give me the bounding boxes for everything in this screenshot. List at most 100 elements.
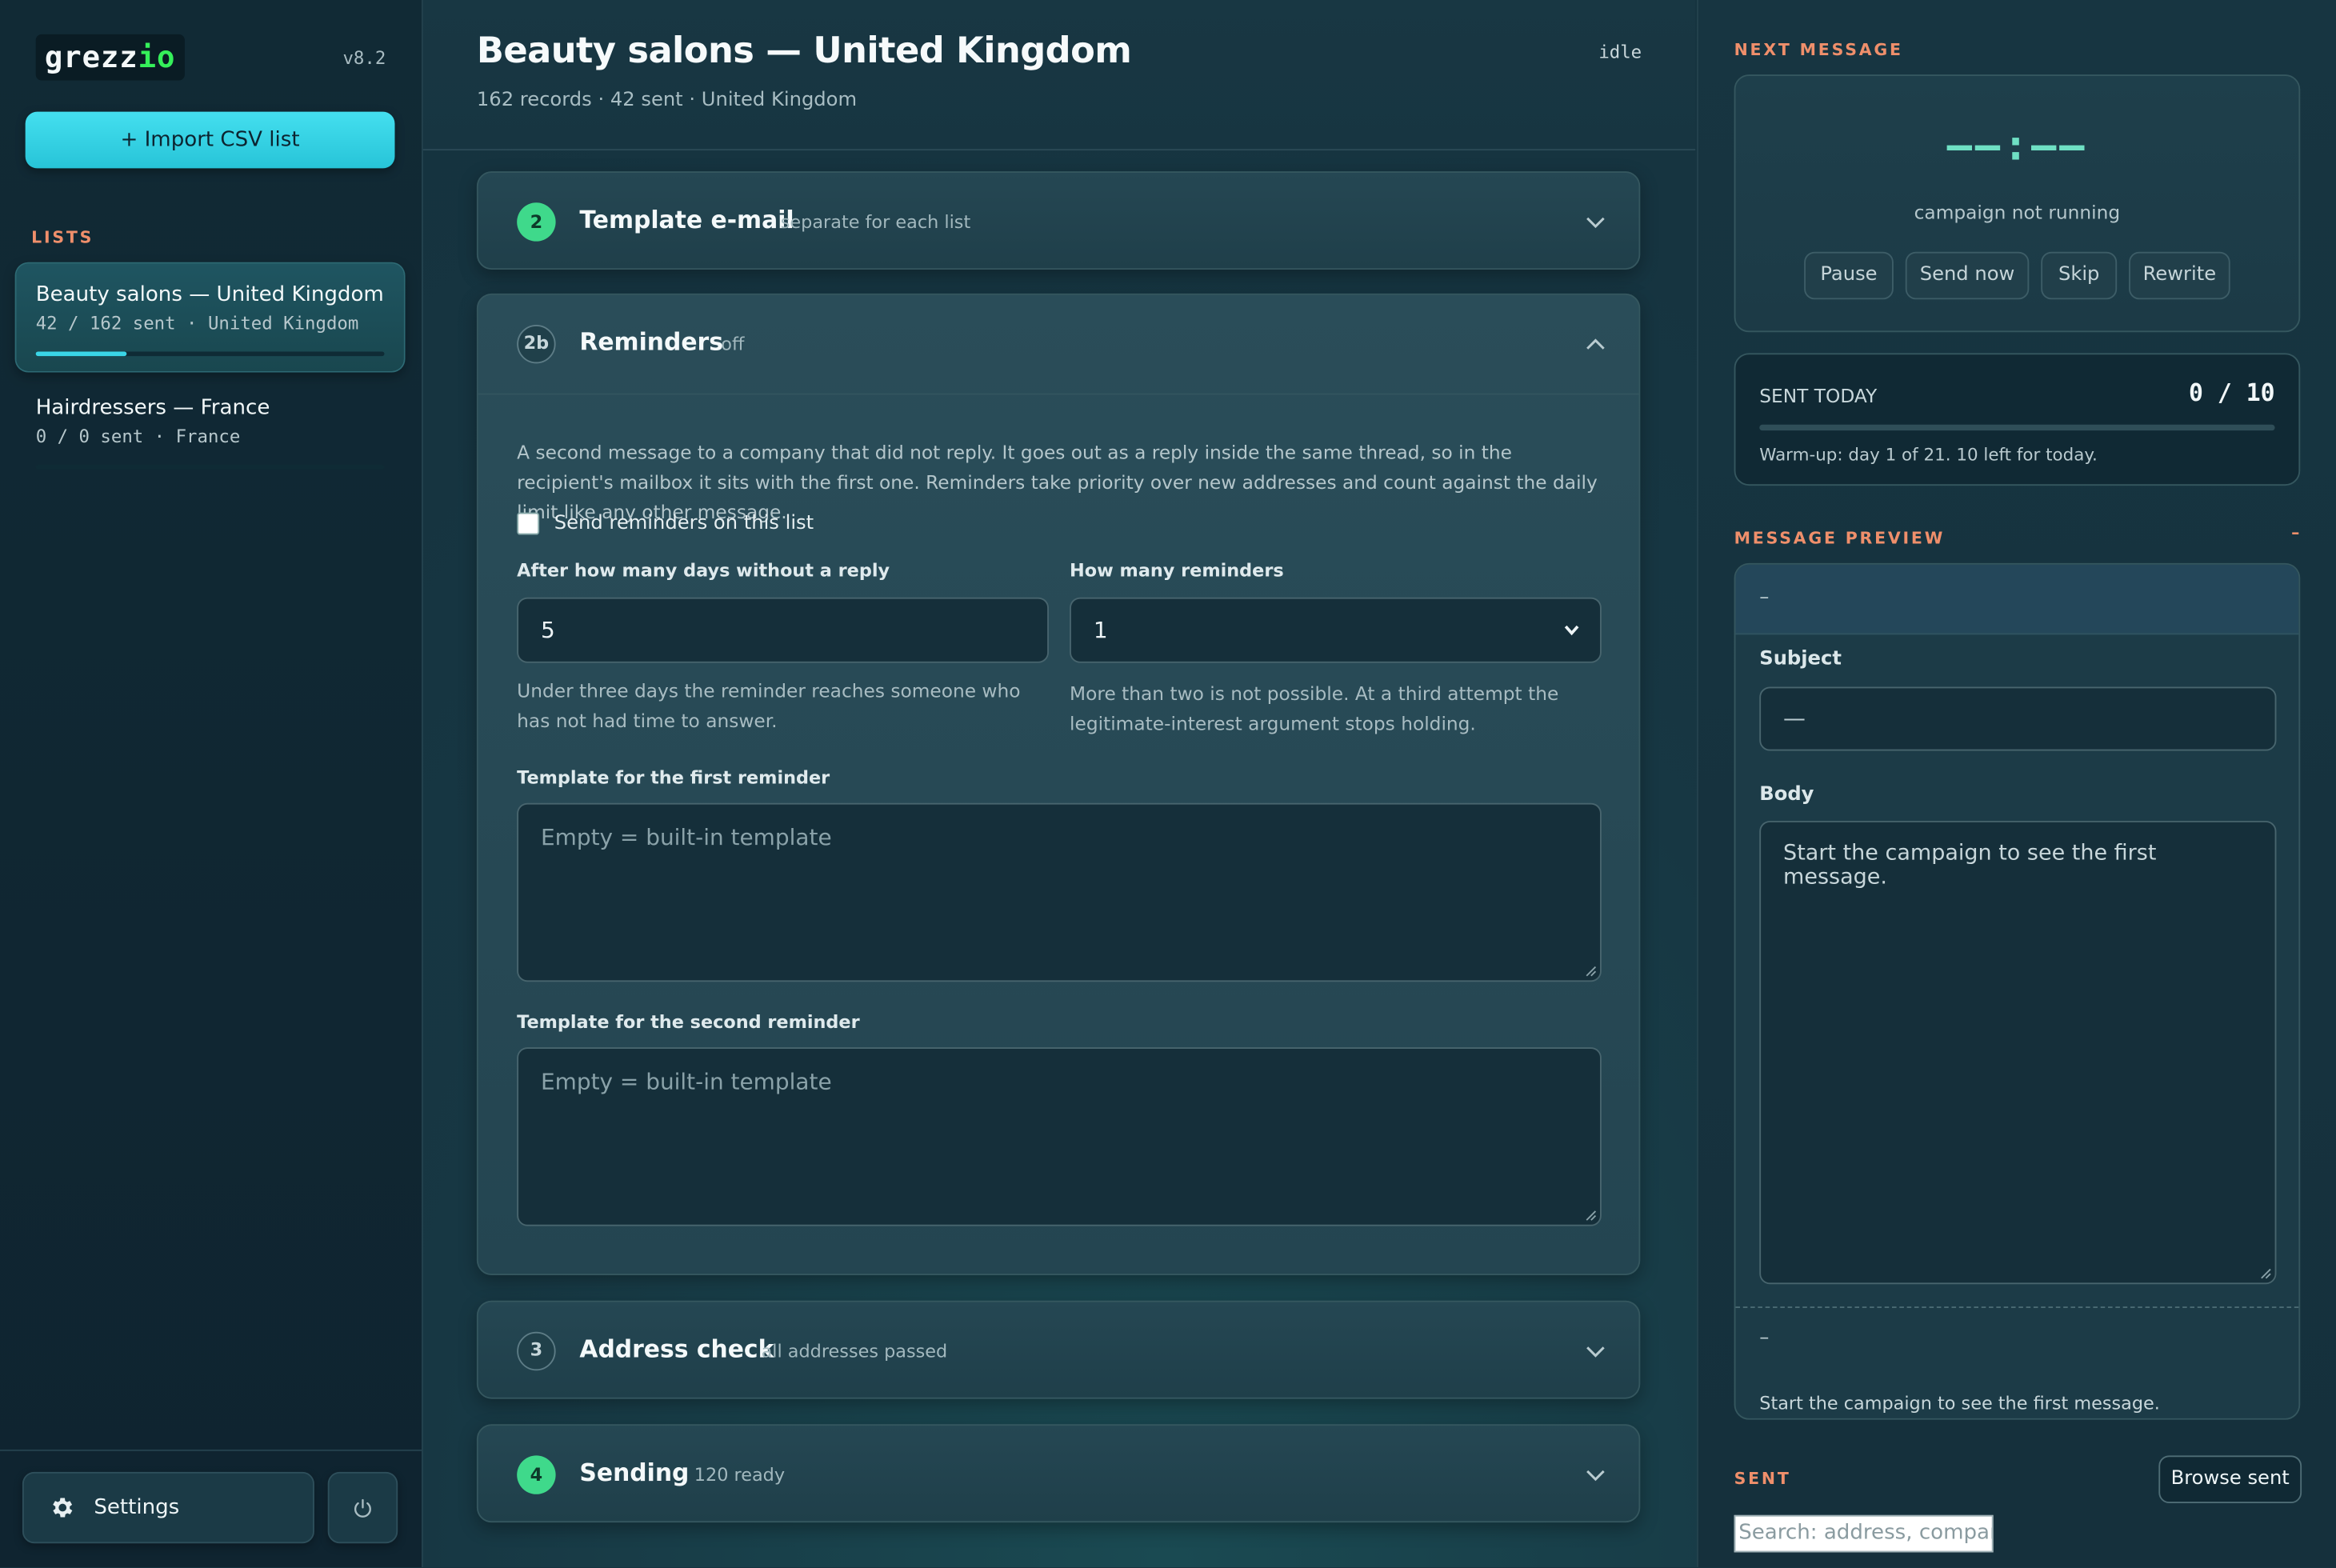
sent-today-box: SENT TODAY 0 / 10 Warm-up: day 1 of 21. … [1734, 353, 2301, 486]
step-badge: 2 [517, 202, 556, 242]
days-hint: Under three days the reminder reaches so… [517, 679, 1021, 732]
import-csv-button[interactable]: + Import CSV list [25, 111, 395, 169]
days-input[interactable]: 5 [517, 597, 1049, 663]
resize-grip-icon[interactable] [1585, 966, 1597, 978]
gear-icon [53, 1498, 73, 1518]
send-reminders-checkbox[interactable] [517, 512, 540, 535]
sent-heading: SENT [1734, 1469, 1791, 1489]
pause-button[interactable]: Pause [1804, 251, 1894, 300]
lists-heading: LISTS [31, 227, 94, 248]
first-reminder-placeholder: Empty = built-in template [540, 823, 832, 851]
logo-text: grezz [44, 38, 138, 75]
skip-button[interactable]: Skip [2041, 251, 2118, 300]
list-meta: 0 / 0 sent · France [35, 426, 241, 447]
preview-footer-text: Start the campaign to see the first mess… [1759, 1393, 2160, 1414]
list-item-beauty-salons[interactable]: Beauty salons — United Kingdom 42 / 162 … [16, 263, 404, 371]
template-email-card[interactable]: 2 Template e-mail separate for each list [476, 171, 1641, 270]
status-badge: idle [1598, 42, 1642, 63]
list-name: Hairdressers — France [35, 396, 270, 421]
chevron-down-icon[interactable] [1585, 1465, 1606, 1486]
next-message-heading: NEXT MESSAGE [1734, 40, 1903, 60]
power-button[interactable] [327, 1471, 398, 1544]
second-reminder-textarea[interactable]: Empty = built-in template [517, 1047, 1602, 1226]
warmup-note: Warm-up: day 1 of 21. 10 left for today. [1759, 443, 2098, 466]
sent-today-count: 0 / 10 [2188, 378, 2275, 407]
card-header[interactable]: 4 Sending 120 ready [478, 1426, 1639, 1521]
list-progress-fill [35, 351, 126, 357]
app-root: grezzio v8.2 + Import CSV list LISTS Bea… [0, 0, 2336, 1568]
step-badge: 2b [517, 324, 556, 364]
page-subtitle: 162 records · 42 sent · United Kingdom [476, 89, 858, 112]
step-badge: 3 [517, 1331, 556, 1371]
step-badge: 4 [517, 1455, 556, 1494]
subject-field[interactable]: — [1759, 686, 2277, 751]
count-hint: More than two is not possible. At a thir… [1070, 682, 1559, 735]
body-label: Body [1759, 783, 1814, 806]
body-text: Start the campaign to see the first mess… [1783, 842, 2157, 890]
sidebar: grezzio v8.2 + Import CSV list LISTS Bea… [0, 0, 423, 1568]
card-header[interactable]: 2b Reminders off [478, 295, 1639, 395]
card-title: Template e-mail [579, 205, 794, 234]
card-subtitle: all addresses passed [761, 1340, 948, 1362]
count-select[interactable]: 1 [1070, 597, 1602, 663]
body-field[interactable]: Start the campaign to see the first mess… [1759, 821, 2277, 1285]
second-reminder-label: Template for the second reminder [517, 1011, 860, 1033]
sent-today-label: SENT TODAY [1759, 384, 1878, 407]
send-reminders-row[interactable]: Send reminders on this list [517, 512, 814, 535]
chevron-up-icon[interactable] [1585, 334, 1606, 354]
list-name: Beauty salons — United Kingdom [35, 282, 384, 307]
page-title: Beauty salons — United Kingdom [476, 30, 1132, 72]
sent-today-bar [1759, 424, 2275, 431]
countdown-timer: ——:—— [1946, 120, 2088, 170]
days-label: After how many days without a reply [517, 560, 890, 582]
card-header[interactable]: 2 Template e-mail separate for each list [478, 173, 1639, 268]
preview-divider [1735, 1306, 2299, 1309]
card-title: Address check [579, 1334, 774, 1363]
address-check-card[interactable]: 3 Address check all addresses passed [476, 1300, 1641, 1399]
preview-recipient: – [1735, 564, 2299, 635]
message-preview-box: – Subject — Body Start the campaign to s… [1734, 562, 2301, 1420]
send-reminders-label: Send reminders on this list [554, 512, 814, 535]
settings-label: Settings [94, 1495, 180, 1520]
main-panel: Beauty salons — United Kingdom 162 recor… [422, 0, 1696, 1567]
main-header: Beauty salons — United Kingdom 162 recor… [422, 0, 1696, 151]
logo: grezzio [35, 34, 185, 81]
count-select-value: 1 [1093, 616, 1108, 644]
send-now-button[interactable]: Send now [1905, 251, 2030, 300]
settings-button[interactable]: Settings [22, 1471, 314, 1544]
rewrite-button[interactable]: Rewrite [2129, 251, 2230, 300]
card-subtitle: 120 ready [694, 1464, 786, 1486]
chevron-down-icon [1564, 625, 1579, 636]
list-meta: 42 / 162 sent · United Kingdom [35, 313, 359, 334]
browse-sent-button[interactable]: Browse sent [2158, 1455, 2302, 1503]
preview-collapse-toggle[interactable]: – [2291, 523, 2302, 542]
version-label: v8.2 [342, 47, 386, 69]
card-title: Reminders [579, 327, 723, 357]
message-preview-heading: MESSAGE PREVIEW [1734, 529, 1946, 549]
sending-card[interactable]: 4 Sending 120 ready [476, 1424, 1641, 1523]
resize-grip-icon[interactable] [1585, 1210, 1597, 1222]
logo-accent: io [138, 38, 176, 75]
next-message-box: ——:—— campaign not running Pause Send no… [1734, 74, 2301, 333]
first-reminder-textarea[interactable]: Empty = built-in template [517, 802, 1602, 982]
right-panel: NEXT MESSAGE ——:—— campaign not running … [1697, 0, 2336, 1568]
list-progress-bar [35, 351, 385, 357]
power-icon [354, 1498, 371, 1517]
count-label: How many reminders [1070, 560, 1284, 582]
card-subtitle: off [721, 334, 745, 355]
card-title: Sending [579, 1458, 690, 1487]
sent-search-input[interactable]: Search: address, company [1734, 1514, 1994, 1553]
second-reminder-placeholder: Empty = built-in template [540, 1068, 832, 1095]
list-item-hairdressers[interactable]: Hairdressers — France 0 / 0 sent · Franc… [16, 377, 403, 484]
reminders-card: 2b Reminders off A second message to a c… [476, 293, 1641, 1276]
campaign-status: campaign not running [1914, 201, 2121, 224]
card-subtitle: separate for each list [780, 211, 971, 233]
first-reminder-label: Template for the first reminder [517, 767, 830, 789]
sidebar-footer: Settings [0, 1449, 422, 1567]
preview-footer-dash: – [1759, 1327, 1770, 1350]
resize-grip-icon[interactable] [2260, 1268, 2272, 1280]
chevron-down-icon[interactable] [1585, 211, 1606, 232]
chevron-down-icon[interactable] [1585, 1341, 1606, 1362]
card-header[interactable]: 3 Address check all addresses passed [478, 1302, 1639, 1398]
list-progress-bar [35, 465, 385, 470]
